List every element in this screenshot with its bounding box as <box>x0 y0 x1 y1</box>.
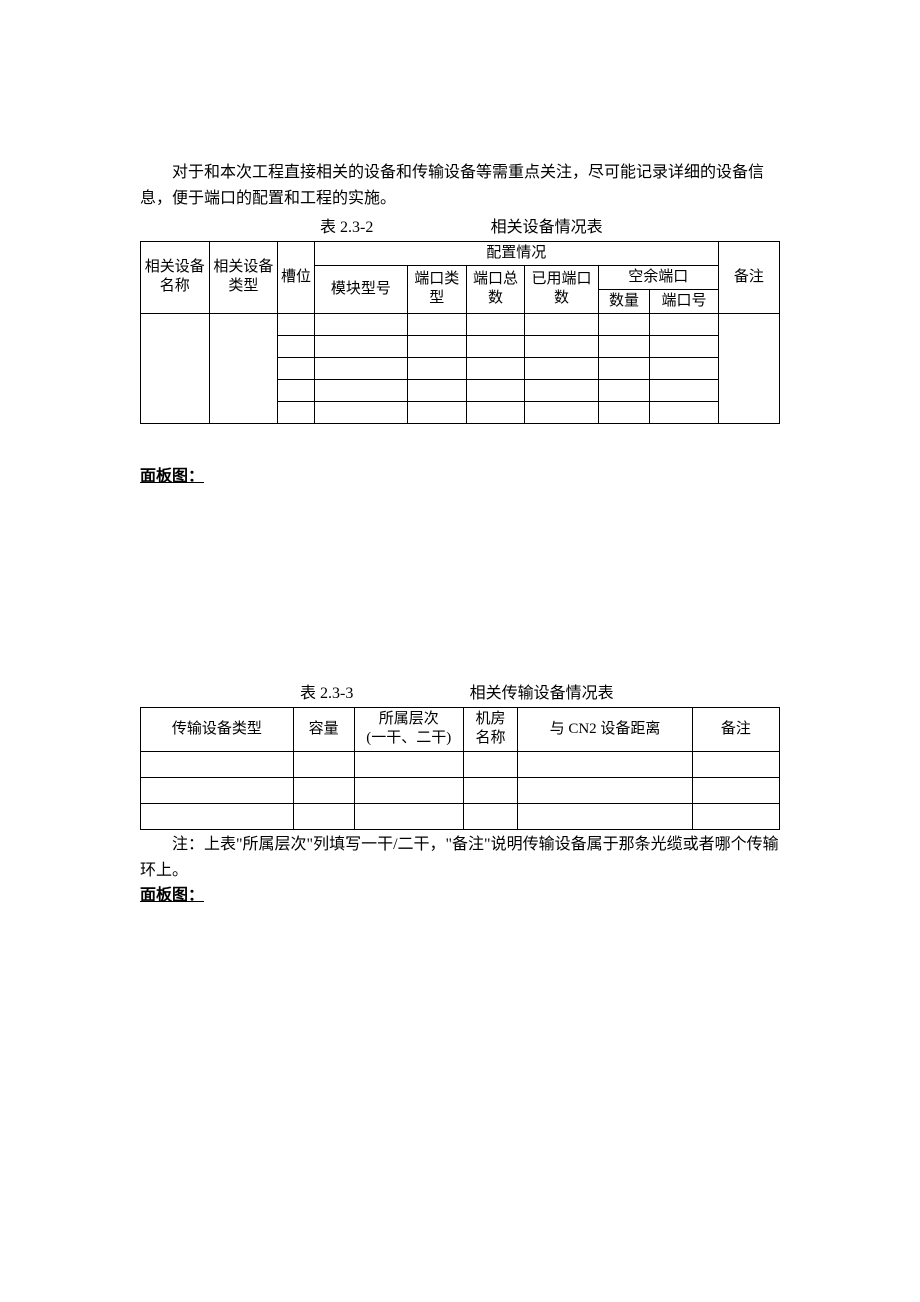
table1: 相关设备名称 相关设备类型 槽位 配置情况 备注 模块型号 端口类型 端口总数 … <box>140 241 780 424</box>
t1-cell <box>141 313 210 423</box>
t1-h-remark: 备注 <box>718 241 779 313</box>
t1-cell <box>466 379 525 401</box>
t1-cell <box>407 357 466 379</box>
table-row <box>141 803 780 829</box>
t1-cell <box>525 357 598 379</box>
t1-h-port-free: 空余端口 <box>598 265 718 289</box>
t2-h-room-l1: 机房 <box>466 710 516 730</box>
page: 对于和本次工程直接相关的设备和传输设备等需重点关注，尽可能记录详细的设备信息，便… <box>0 0 920 1302</box>
t2-h-device-type: 传输设备类型 <box>141 707 294 751</box>
t1-cell <box>466 313 525 335</box>
t1-h-device-type: 相关设备类型 <box>209 241 278 313</box>
t2-cell <box>692 803 779 829</box>
t2-h-level-l1: 所属层次 <box>357 710 461 730</box>
t1-cell <box>314 313 407 335</box>
t2-cell <box>293 751 354 777</box>
table-row <box>141 777 780 803</box>
t2-h-capacity: 容量 <box>293 707 354 751</box>
t2-cell <box>692 751 779 777</box>
table2: 传输设备类型 容量 所属层次 (一干、二干) 机房 名称 与 CN2 设备距离 … <box>140 707 780 830</box>
t1-cell <box>598 357 649 379</box>
t1-cell <box>598 379 649 401</box>
t2-cell <box>692 777 779 803</box>
t1-cell <box>525 401 598 423</box>
t2-cell <box>354 777 463 803</box>
intro-paragraph: 对于和本次工程直接相关的设备和传输设备等需重点关注，尽可能记录详细的设备信息，便… <box>140 160 780 211</box>
t1-cell <box>650 357 719 379</box>
t2-h-remark: 备注 <box>692 707 779 751</box>
t1-cell <box>314 379 407 401</box>
t1-cell <box>314 357 407 379</box>
t1-cell <box>407 401 466 423</box>
spacer <box>140 489 780 679</box>
t1-cell <box>407 379 466 401</box>
t1-cell <box>598 401 649 423</box>
t2-cell <box>141 777 294 803</box>
table2-title-row: 表 2.3-3 相关传输设备情况表 <box>140 681 780 707</box>
t1-h-config: 配置情况 <box>314 241 718 265</box>
t1-cell <box>466 335 525 357</box>
t2-cell <box>293 803 354 829</box>
table2-note: 注：上表"所属层次"列填写一干/二干，"备注"说明传输设备属于那条光缆或者哪个传… <box>140 832 780 883</box>
t1-cell <box>650 379 719 401</box>
t1-cell <box>466 401 525 423</box>
t2-cell <box>518 777 692 803</box>
t1-h-free-num: 端口号 <box>650 289 719 313</box>
table2-name: 相关传输设备情况表 <box>470 681 614 707</box>
t1-cell <box>314 335 407 357</box>
t1-cell <box>278 379 315 401</box>
t1-cell <box>278 357 315 379</box>
t1-h-device-name: 相关设备名称 <box>141 241 210 313</box>
t1-cell <box>650 313 719 335</box>
t1-cell <box>650 335 719 357</box>
t2-cell <box>518 803 692 829</box>
t2-cell <box>141 803 294 829</box>
panel-diagram-heading-1: 面板图： <box>140 464 780 490</box>
table-row <box>141 751 780 777</box>
t1-cell <box>525 335 598 357</box>
t2-h-level-l2: (一干、二干) <box>357 729 461 749</box>
t2-h-distance: 与 CN2 设备距离 <box>518 707 692 751</box>
t2-cell <box>354 803 463 829</box>
t1-cell <box>650 401 719 423</box>
t1-cell <box>209 313 278 423</box>
t2-cell <box>463 803 518 829</box>
t1-h-slot: 槽位 <box>278 241 315 313</box>
t1-h-port-type: 端口类型 <box>407 265 466 313</box>
t2-cell <box>354 751 463 777</box>
t2-cell <box>463 777 518 803</box>
t1-cell <box>598 313 649 335</box>
table1-number: 表 2.3-2 <box>320 215 373 241</box>
t1-cell <box>407 335 466 357</box>
t1-cell <box>466 357 525 379</box>
t1-cell <box>278 335 315 357</box>
t1-cell <box>525 313 598 335</box>
panel-diagram-heading-2: 面板图： <box>140 883 780 909</box>
t2-cell <box>141 751 294 777</box>
t1-h-free-count: 数量 <box>598 289 649 313</box>
t2-h-room-l2: 名称 <box>466 729 516 749</box>
table-row <box>141 313 780 335</box>
table1-name: 相关设备情况表 <box>491 215 603 241</box>
t1-h-port-total: 端口总数 <box>466 265 525 313</box>
t1-cell <box>718 313 779 423</box>
t1-cell <box>525 379 598 401</box>
table2-number: 表 2.3-3 <box>300 681 353 707</box>
t1-cell <box>314 401 407 423</box>
t1-h-module-model: 模块型号 <box>314 265 407 313</box>
t2-cell <box>463 751 518 777</box>
t2-h-room: 机房 名称 <box>463 707 518 751</box>
table1-title-row: 表 2.3-2 相关设备情况表 <box>140 215 780 241</box>
t2-cell <box>518 751 692 777</box>
t1-h-port-used: 已用端口数 <box>525 265 598 313</box>
t1-cell <box>278 401 315 423</box>
t1-cell <box>407 313 466 335</box>
t1-cell <box>278 313 315 335</box>
t2-cell <box>293 777 354 803</box>
t2-h-level: 所属层次 (一干、二干) <box>354 707 463 751</box>
t1-cell <box>598 335 649 357</box>
